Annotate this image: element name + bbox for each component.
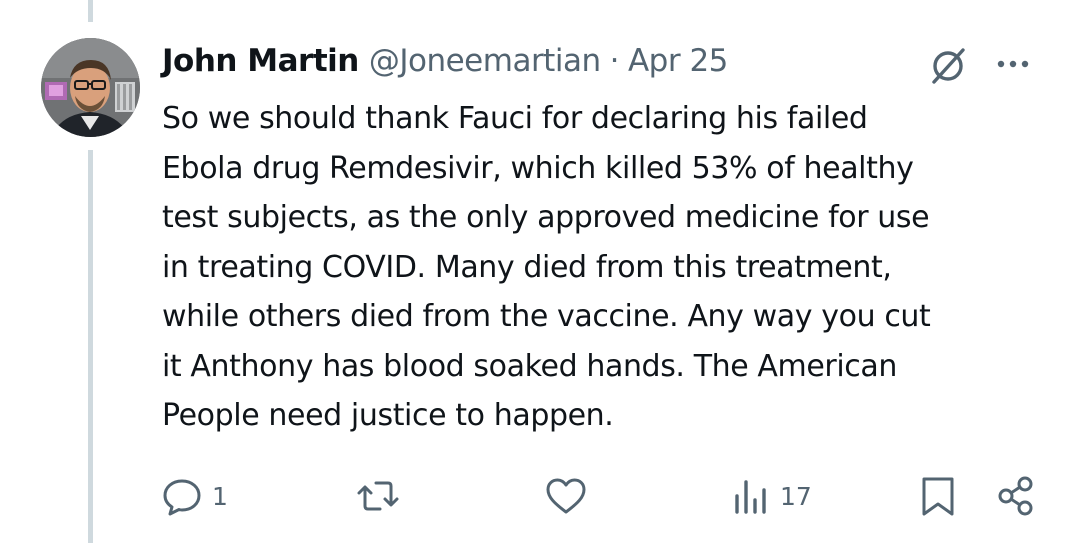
views-count: 17 <box>780 481 812 511</box>
tweet-header: John Martin @Joneemartian · Apr 25 <box>162 38 728 84</box>
views-button[interactable]: 17 <box>732 474 812 518</box>
reply-count: 1 <box>212 481 228 511</box>
tweet-date[interactable]: Apr 25 <box>628 43 728 79</box>
avatar[interactable] <box>41 38 140 137</box>
thread-line-bottom <box>88 150 93 543</box>
bookmark-icon <box>922 477 954 516</box>
reply-icon <box>163 479 201 516</box>
share-icon <box>998 476 1033 516</box>
tweet-text-line: test subjects, as the only approved medi… <box>162 200 930 235</box>
tweet-text-line: So we should thank Fauci for declaring h… <box>162 101 868 136</box>
tweet-text: So we should thank Fauci for declaring h… <box>162 94 1052 441</box>
tweet-text-line: Ebola drug Remdesivir, which killed 53% … <box>162 150 914 186</box>
display-name[interactable]: John Martin <box>162 43 359 79</box>
like-button[interactable] <box>544 474 596 518</box>
share-button[interactable] <box>996 474 1036 518</box>
repost-button[interactable] <box>356 474 408 518</box>
grok-icon[interactable] <box>926 44 970 88</box>
thread-line-top <box>88 0 93 22</box>
user-handle[interactable]: @Joneemartian <box>369 43 601 79</box>
reply-button[interactable]: 1 <box>160 474 228 518</box>
tweet-text-line: while others died from the vaccine. Any … <box>162 299 931 334</box>
tweet-text-line: it Anthony has blood soaked hands. The A… <box>162 348 897 384</box>
tweet-text-line: in treating COVID. Many died from this t… <box>162 249 892 285</box>
more-icon[interactable] <box>994 52 1034 76</box>
separator-dot: · <box>609 43 620 79</box>
bookmark-button[interactable] <box>918 474 958 518</box>
heart-icon <box>546 478 586 514</box>
views-icon <box>735 480 766 514</box>
repost-icon <box>357 481 399 511</box>
tweet-text-line: People need justice to happen. <box>162 398 614 433</box>
